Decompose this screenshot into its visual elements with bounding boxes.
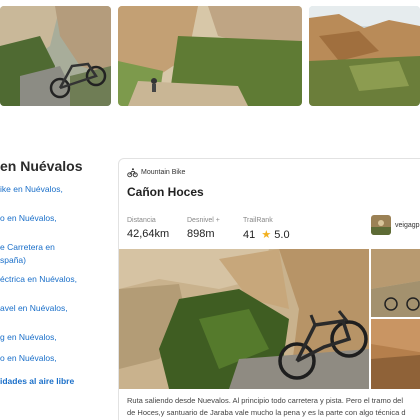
avatar: [371, 215, 391, 235]
stat-trailrank-label: TrailRank: [243, 217, 273, 224]
author-name: veigagp: [395, 221, 420, 229]
star-icon: ★: [258, 229, 272, 241]
gallery-photo-3[interactable]: [309, 6, 420, 106]
stat-distance-label: Distancia: [127, 217, 156, 224]
sidebar-link-8[interactable]: o en Nuévalos,: [0, 353, 110, 364]
stat-distance-value: 42,64km: [127, 228, 170, 240]
stat-elevation-value: 898m: [187, 228, 215, 240]
route-title[interactable]: Cañon Hoces: [127, 185, 204, 199]
activity-label: Mountain Bike: [141, 169, 186, 176]
route-card[interactable]: Mountain Bike Cañon Hoces Distancia 42,6…: [118, 158, 420, 420]
gallery-photo-1[interactable]: [0, 6, 111, 106]
sidebar-link-road[interactable]: e Carretera en: [0, 242, 110, 253]
sidebar-link-2[interactable]: o en Nuévalos,: [0, 213, 110, 224]
route-description: Ruta saliendo desde Nuevalos. Al princip…: [127, 395, 420, 419]
activity-type: Mountain Bike: [127, 167, 185, 178]
stat-elevation: Desnivel + 898m: [187, 217, 220, 240]
sidebar-link-mtb[interactable]: ike en Nuévalos,: [0, 184, 110, 195]
route-photo-3[interactable]: [371, 319, 420, 389]
sidebar-link-ebike[interactable]: éctrica en Nuévalos,: [0, 274, 110, 285]
photo-gallery: [0, 0, 420, 110]
trailrank-score: 41: [243, 229, 256, 241]
route-description-line-1: Ruta saliendo desde Nuevalos. Al princip…: [127, 396, 403, 405]
stat-trailrank-value-row: 41 ★ 5.0: [243, 228, 290, 241]
sidebar-link-7[interactable]: g en Nuévalos,: [0, 332, 110, 343]
route-description-line-2: de Hoces,y santuario de Jaraba vale much…: [127, 408, 406, 417]
route-photo-main[interactable]: [119, 249, 369, 389]
trailrank-rating: 5.0: [274, 229, 290, 241]
mountain-bike-icon: [127, 167, 138, 178]
nearby-routes-sidebar: en Nuévalos ike en Nuévalos, o en Nuéval…: [0, 158, 110, 386]
sidebar-link-road-2[interactable]: spaña): [0, 255, 110, 266]
route-photo-2[interactable]: [371, 249, 420, 317]
route-author[interactable]: veigagp: [371, 215, 420, 235]
sidebar-title: en Nuévalos: [0, 158, 83, 174]
stat-elevation-label: Desnivel +: [187, 217, 220, 224]
stat-distance: Distancia 42,64km: [127, 217, 169, 240]
gallery-photo-2[interactable]: [118, 6, 302, 106]
stat-trailrank: TrailRank 41 ★ 5.0: [243, 217, 290, 241]
sidebar-link-gravel[interactable]: avel en Nuévalos,: [0, 303, 110, 314]
sidebar-more-activities-link[interactable]: idades al aire libre: [0, 376, 110, 386]
